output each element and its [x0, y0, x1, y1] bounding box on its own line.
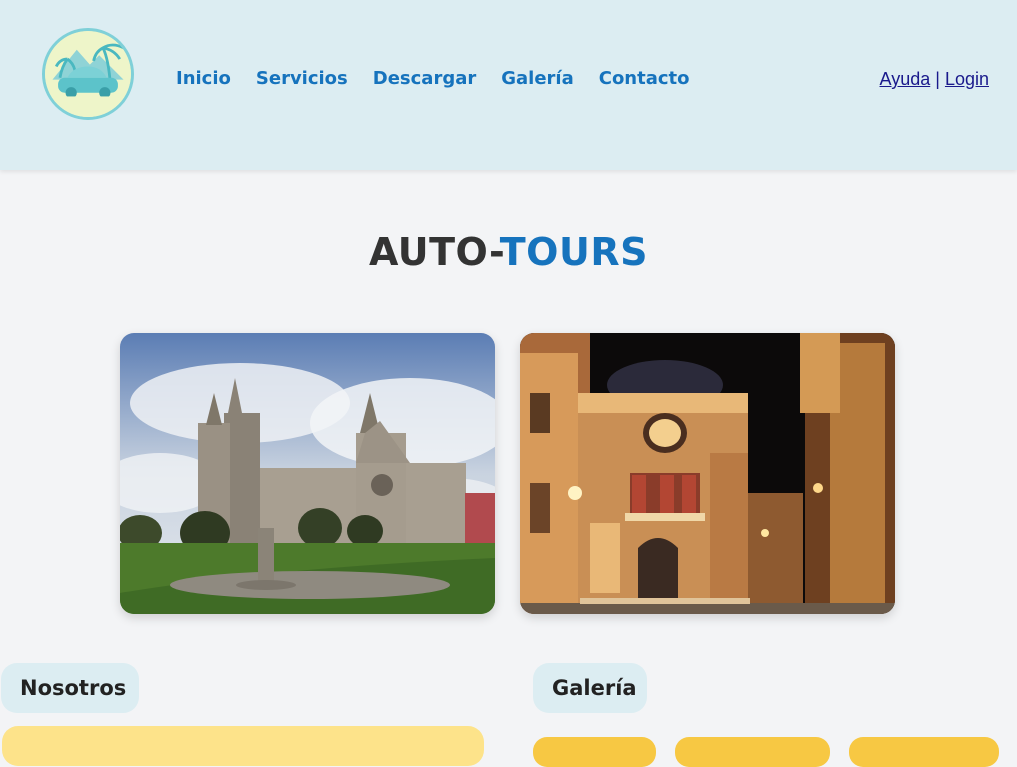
- title-part-tours: TOURS: [499, 230, 648, 274]
- account-links: Ayuda | Login: [880, 66, 989, 92]
- nav-galeria[interactable]: Galería: [501, 66, 574, 92]
- nav-inicio[interactable]: Inicio: [176, 66, 231, 92]
- gallery-item[interactable]: [533, 737, 656, 767]
- nav-contacto[interactable]: Contacto: [599, 66, 690, 92]
- night-street-photo: [520, 333, 895, 614]
- page-title: AUTO-TOURS: [0, 228, 1017, 276]
- nav-descargar[interactable]: Descargar: [373, 66, 476, 92]
- nosotros-heading: Nosotros: [1, 663, 139, 713]
- galeria-heading: Galería: [533, 663, 647, 713]
- login-link[interactable]: Login: [945, 69, 989, 89]
- main-nav: Inicio Servicios Descargar Galería Conta…: [176, 66, 690, 92]
- basilica-photo: [120, 333, 495, 614]
- nosotros-content-box: [2, 726, 484, 766]
- title-part-auto: AUTO-: [369, 230, 500, 274]
- car-palm-logo-icon[interactable]: [42, 28, 134, 120]
- nav-servicios[interactable]: Servicios: [256, 66, 348, 92]
- gallery-item[interactable]: [675, 737, 830, 767]
- gallery-item[interactable]: [849, 737, 999, 767]
- link-separator: |: [935, 69, 940, 89]
- help-link[interactable]: Ayuda: [880, 69, 931, 89]
- site-header: Inicio Servicios Descargar Galería Conta…: [0, 0, 1017, 170]
